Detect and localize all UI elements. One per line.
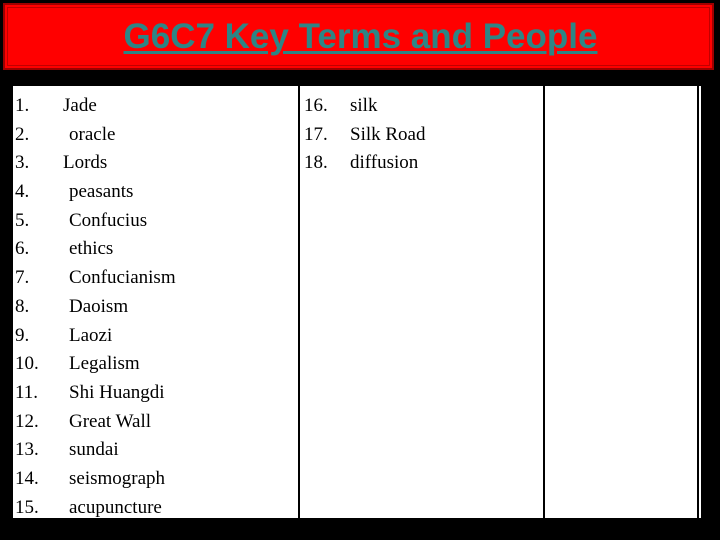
table-column-2: 16. silk 17. Silk Road 18. diffusion (300, 86, 545, 518)
term-label: sundai (69, 439, 119, 461)
term-number: 4. (15, 181, 30, 203)
page-title: G6C7 Key Terms and People (123, 17, 598, 56)
term-row: 7. Confucianism (13, 264, 298, 293)
term-label: Shi Huangdi (69, 381, 165, 403)
term-row: 4. peasants (13, 178, 298, 207)
term-number: 5. (15, 209, 30, 231)
term-number: 7. (15, 267, 30, 289)
term-number: 6. (15, 238, 30, 260)
term-number: 10. (15, 353, 39, 375)
term-number: 18. (304, 152, 328, 174)
term-row: 16. silk (300, 92, 543, 121)
term-number: 2. (15, 123, 30, 145)
term-label: Silk Road (350, 123, 426, 145)
term-list-1: 1. Jade 2. oracle 3. Lords 4. peasants 5. Confuci… (13, 92, 298, 522)
term-label: oracle (69, 123, 116, 145)
term-row: 2. oracle (13, 121, 298, 150)
table-column-3 (545, 86, 699, 518)
term-label: Confucius (69, 209, 148, 231)
term-row: 13. sundai (13, 436, 298, 465)
term-number: 16. (304, 95, 328, 116)
term-label: Great Wall (69, 410, 152, 432)
term-list-2: 16. silk 17. Silk Road 18. diffusion (300, 92, 543, 178)
term-row: 8. Daoism (13, 293, 298, 322)
term-number: 14. (15, 467, 39, 489)
term-label: Laozi (69, 324, 113, 346)
term-row: 10. Legalism (13, 350, 298, 379)
term-label: silk (350, 95, 378, 116)
term-number: 17. (304, 123, 328, 145)
term-label: seismograph (69, 467, 166, 489)
term-label: Daoism (69, 295, 129, 317)
term-row: 15. acupuncture (13, 494, 298, 523)
term-label: peasants (69, 181, 134, 203)
term-label: Jade (63, 95, 97, 116)
term-number: 11. (15, 381, 39, 403)
term-row: 17. Silk Road (300, 121, 543, 150)
term-row: 5. Confucius (13, 207, 298, 236)
term-label: Confucianism (69, 267, 176, 289)
key-terms-table: 1. Jade 2. oracle 3. Lords 4. peasants 5. Confuci… (11, 84, 701, 520)
term-number: 9. (15, 324, 30, 346)
term-row: 18. diffusion (300, 149, 543, 178)
term-label: Legalism (69, 353, 140, 375)
title-banner: G6C7 Key Terms and People (3, 3, 714, 70)
term-label: acupuncture (69, 496, 162, 518)
term-row: 1. Jade (13, 92, 298, 121)
term-number: 13. (15, 439, 39, 461)
term-row: 11. Shi Huangdi (13, 379, 298, 408)
term-number: 15. (15, 496, 39, 518)
term-label: ethics (69, 238, 114, 260)
term-number: 3. (15, 152, 30, 174)
term-row: 12. Great Wall (13, 408, 298, 437)
slide-canvas: G6C7 Key Terms and People 1. Jade 2. oracle… (0, 0, 720, 540)
term-row: 14. seismograph (13, 465, 298, 494)
term-row: 9. Laozi (13, 322, 298, 351)
term-number: 12. (15, 410, 39, 432)
term-label: Lords (63, 152, 108, 174)
term-label: diffusion (350, 152, 419, 174)
table-column-1: 1. Jade 2. oracle 3. Lords 4. peasants 5. Confuci… (11, 86, 300, 518)
term-row: 3. Lords (13, 149, 298, 178)
term-row: 6. ethics (13, 235, 298, 264)
term-number: 8. (15, 295, 30, 317)
term-number: 1. (15, 95, 30, 116)
